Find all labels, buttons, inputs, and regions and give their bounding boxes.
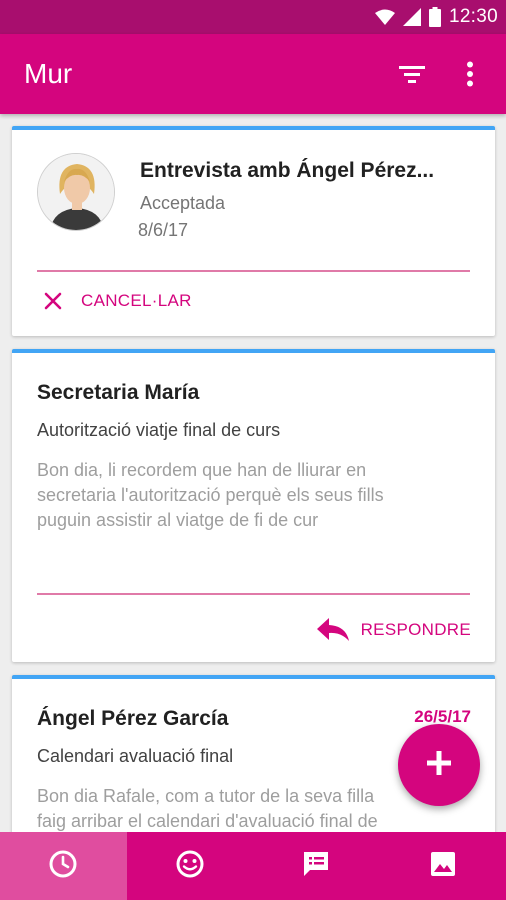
battery-icon (428, 7, 441, 27)
interview-card[interactable]: Entrevista amb Ángel Pérez... Acceptada … (12, 126, 495, 336)
reply-icon (316, 617, 349, 643)
message-card[interactable]: Secretaria María Autorització viatje fin… (12, 349, 495, 662)
message-body-line: puguin assistir al viatge de fi de cur (37, 510, 319, 530)
message-subject: Calendari avaluació final (37, 746, 234, 766)
message-sender: Secretaria María (37, 381, 200, 404)
message-subject: Autorització viatje final de curs (37, 420, 281, 440)
smiley-icon (175, 849, 205, 884)
avatar (37, 153, 115, 231)
message-body-line: secretaria l'autorització perquè els seu… (37, 485, 384, 505)
interview-date: 8/6/17 (138, 220, 189, 240)
reply-button[interactable]: RESPONDRE (316, 617, 471, 643)
nav-item-messages[interactable] (253, 832, 380, 900)
message-body-line: Bon dia Rafale, com a tutor de la seva f… (37, 786, 375, 806)
close-icon (42, 290, 64, 312)
divider (37, 593, 470, 595)
message-body-line: Bon dia, li recordem que han de lliurar … (37, 460, 367, 480)
message-sender: Ángel Pérez García (37, 707, 229, 730)
status-time: 12:30 (448, 6, 498, 27)
message-body-line: faig arribar el calendari d'avaluació fi… (37, 811, 378, 831)
page-title: Mur (24, 58, 73, 89)
app-bar: Mur (0, 34, 506, 114)
cancel-button[interactable]: CANCEL·LAR (42, 290, 192, 312)
nav-item-gallery[interactable] (380, 832, 506, 900)
message-icon (302, 850, 330, 883)
add-icon (425, 749, 453, 782)
message-body: Bon dia, li recordem que han de lliurar … (37, 458, 447, 533)
wifi-icon (374, 9, 395, 26)
cancel-button-label: CANCEL·LAR (81, 291, 192, 310)
divider (37, 270, 470, 272)
clock-icon (48, 849, 78, 884)
reply-button-label: RESPONDRE (360, 620, 471, 639)
interview-status: Acceptada (140, 193, 226, 213)
image-icon (429, 850, 457, 883)
nav-item-mood[interactable] (127, 832, 254, 900)
nav-item-wall[interactable] (0, 832, 127, 900)
signal-icon (402, 8, 421, 26)
status-bar: 12:30 (0, 0, 506, 34)
interview-title: Entrevista amb Ángel Pérez... (140, 159, 435, 182)
bottom-nav (0, 832, 506, 900)
more-vert-icon[interactable] (454, 58, 486, 90)
add-button[interactable] (398, 724, 480, 806)
message-body: Bon dia Rafale, com a tutor de la seva f… (37, 784, 457, 832)
filter-icon[interactable] (396, 58, 428, 90)
app-bar-actions (396, 58, 486, 90)
